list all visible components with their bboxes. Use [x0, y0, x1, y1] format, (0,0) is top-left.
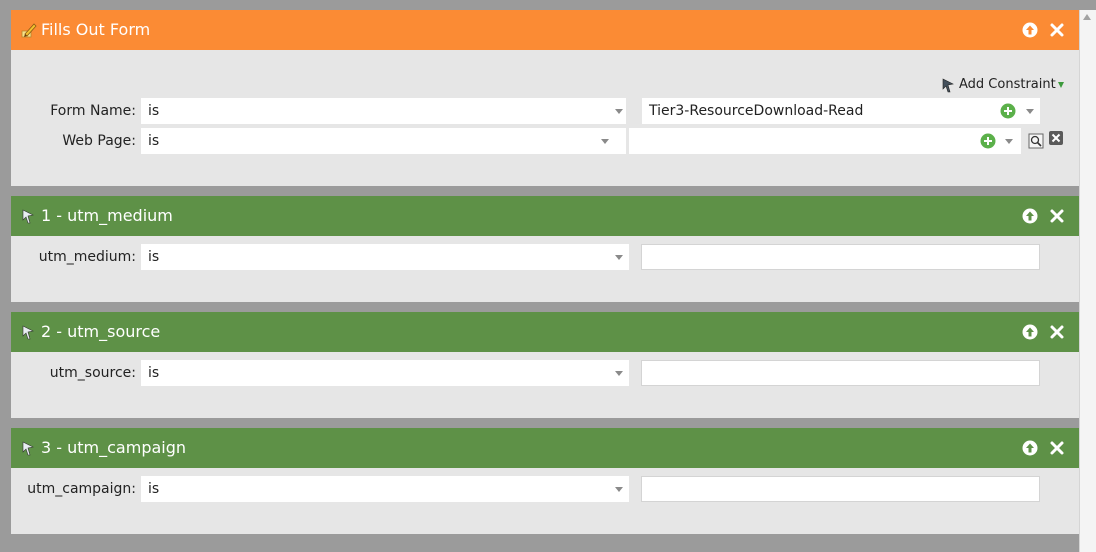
smart-list-canvas: Fills Out Form Add Constraint Form Name:… [0, 0, 1096, 552]
move-up-icon[interactable] [1022, 22, 1038, 38]
vertical-scrollbar[interactable] [1079, 10, 1096, 552]
form-name-value-select[interactable]: Tier3-ResourceDownload-Read [642, 98, 1040, 124]
filter-header[interactable]: 1 - utm_medium [11, 196, 1079, 236]
web-page-operator-select[interactable]: is [141, 128, 626, 154]
utm-source-value-input[interactable] [641, 360, 1040, 386]
filter-body: Add Constraint Form Name: is Tier3-Resou… [11, 50, 1079, 186]
chevron-down-icon [601, 139, 609, 144]
filter-body: utm_campaign: is [11, 468, 1079, 534]
add-value-icon[interactable] [980, 133, 996, 149]
utm-campaign-label: utm_campaign: [27, 481, 136, 497]
operator-value: is [148, 133, 160, 149]
utm-source-operator-select[interactable]: is [141, 360, 629, 386]
move-up-icon[interactable] [1022, 208, 1038, 224]
form-pencil-icon [21, 23, 37, 38]
filter-body: utm_source: is [11, 352, 1079, 418]
utm-medium-label: utm_medium: [38, 249, 136, 265]
close-icon[interactable] [1049, 22, 1065, 38]
chevron-down-icon [615, 109, 623, 114]
operator-value: is [148, 249, 160, 265]
chevron-down-icon [1058, 82, 1064, 88]
web-page-value-select[interactable] [629, 128, 1021, 154]
filter-title: 3 - utm_campaign [41, 438, 187, 457]
utm-medium-operator-select[interactable]: is [141, 244, 629, 270]
move-up-icon[interactable] [1022, 324, 1038, 340]
filter-body: utm_medium: is [11, 236, 1079, 302]
filter-title: 1 - utm_medium [41, 206, 173, 225]
chevron-down-icon [1005, 139, 1013, 144]
scroll-up-arrow-icon[interactable] [1083, 14, 1091, 20]
utm-medium-value-input[interactable] [641, 244, 1040, 270]
add-value-icon[interactable] [1000, 103, 1016, 119]
chevron-down-icon [615, 255, 623, 260]
filter-header[interactable]: 2 - utm_source [11, 312, 1079, 352]
filter-title: 2 - utm_source [41, 322, 161, 341]
move-up-icon[interactable] [1022, 440, 1038, 456]
form-name-operator-select[interactable]: is [141, 98, 626, 124]
utm-campaign-value-input[interactable] [641, 476, 1040, 502]
close-icon[interactable] [1049, 440, 1065, 456]
search-page-icon[interactable] [1028, 133, 1044, 149]
filter-header[interactable]: Fills Out Form [11, 10, 1079, 50]
filter-wand-icon [22, 441, 34, 456]
operator-value: is [148, 103, 160, 119]
filter-card-utm-source: 2 - utm_source utm_source: is [11, 312, 1079, 418]
filter-wand-icon [22, 209, 34, 224]
utm-campaign-operator-select[interactable]: is [141, 476, 629, 502]
clear-icon[interactable] [1048, 130, 1064, 146]
filter-card-utm-campaign: 3 - utm_campaign utm_campaign: is [11, 428, 1079, 534]
filter-card-utm-medium: 1 - utm_medium utm_medium: is [11, 196, 1079, 302]
filter-wand-icon [22, 325, 34, 340]
operator-value: is [148, 481, 160, 497]
add-constraint-label: Add Constraint [959, 77, 1056, 92]
web-page-label: Web Page: [62, 133, 136, 149]
close-icon[interactable] [1049, 208, 1065, 224]
filter-card-fills-out-form: Fills Out Form Add Constraint Form Name:… [11, 10, 1079, 186]
form-name-value: Tier3-ResourceDownload-Read [649, 103, 864, 119]
filter-title: Fills Out Form [41, 20, 151, 39]
form-name-label: Form Name: [50, 103, 136, 119]
chevron-down-icon [615, 371, 623, 376]
utm-source-label: utm_source: [49, 365, 136, 381]
chevron-down-icon [1026, 109, 1034, 114]
close-icon[interactable] [1049, 324, 1065, 340]
operator-value: is [148, 365, 160, 381]
filter-header[interactable]: 3 - utm_campaign [11, 428, 1079, 468]
filter-wand-icon [942, 78, 954, 93]
chevron-down-icon [615, 487, 623, 492]
